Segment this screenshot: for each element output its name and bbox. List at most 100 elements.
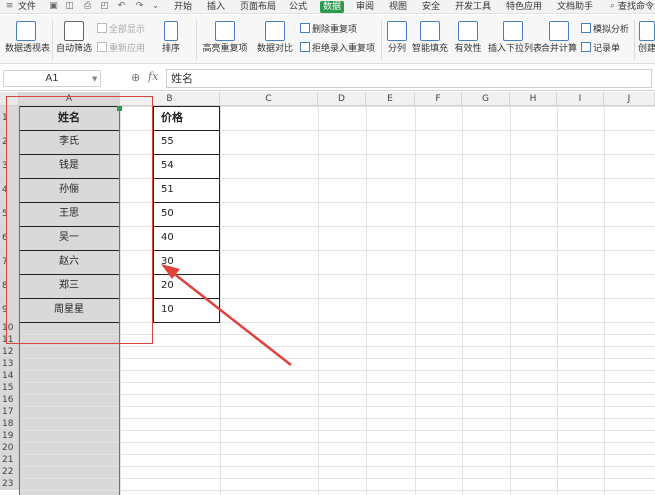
table-border-line [153,226,220,227]
tab-home[interactable]: 开始 [174,1,192,13]
consolidate-button[interactable]: 合并计算 [541,21,577,55]
tab-insert[interactable]: 插入 [207,1,225,13]
row-header[interactable]: 16 [0,394,19,406]
cell-price[interactable]: 20 [153,274,220,298]
record-form-icon [581,42,591,52]
zoom-icon[interactable]: ⊕ [131,71,140,84]
dropdown-list-icon [503,21,523,41]
menu-bar: ≡ 文件 ▣ ◫ ⎙ ◰ ↶ ↷ ⌄ 开始 插入 页面布局 公式 数据 审阅 视… [0,0,655,14]
validity-icon [458,21,478,41]
gridline-vertical [557,106,558,495]
row-header[interactable]: 22 [0,466,19,478]
chevron-down-icon[interactable]: ▼ [92,75,97,83]
tab-features[interactable]: 特色应用 [506,1,542,13]
reject-duplicates-button[interactable]: 拒绝录入重复项 [300,42,375,55]
row-header[interactable]: 23 [0,478,19,490]
fx-icon[interactable]: fx [148,70,158,83]
insert-dropdown-list-button[interactable]: 插入下拉列表 [488,21,542,55]
gridline-vertical [510,106,511,495]
search-icon[interactable]: ⌕ [607,1,618,12]
formula-input[interactable]: 姓名 [166,69,652,88]
export-icon[interactable]: ◫ [64,1,75,12]
sort-button[interactable]: 排序 [152,21,190,55]
reapply-button[interactable]: 重新应用 [97,42,145,55]
cell-price[interactable]: 55 [153,130,220,154]
sort-icon [164,21,178,41]
smart-fill-icon [420,21,440,41]
ribbon-divider [196,20,197,60]
table-border-line [153,250,220,251]
column-header[interactable]: I [557,92,604,106]
highlight-duplicates-icon [215,21,235,41]
row-header[interactable]: 18 [0,418,19,430]
cell-price[interactable]: 50 [153,202,220,226]
column-header[interactable]: F [415,92,462,106]
data-compare-button[interactable]: 数据对比 [253,21,297,55]
create-group-icon [639,21,655,41]
row-header[interactable]: 17 [0,406,19,418]
row-header[interactable]: 13 [0,358,19,370]
cell-price[interactable]: 40 [153,226,220,250]
table-border-line [153,298,220,299]
pivot-table-icon [16,21,36,41]
tab-formulas[interactable]: 公式 [289,1,307,13]
validity-button[interactable]: 有效性 [450,21,486,55]
table-border-line [153,130,220,131]
tab-security[interactable]: 安全 [422,1,440,13]
autofilter-button[interactable]: 自动筛选 [56,21,92,55]
show-all-icon [97,23,107,33]
column-header[interactable]: J [604,92,655,106]
row-header[interactable]: 19 [0,430,19,442]
tab-review[interactable]: 审阅 [356,1,374,13]
column-header[interactable]: H [510,92,557,106]
tab-developer[interactable]: 开发工具 [455,1,491,13]
funnel-icon [64,21,84,41]
cell-price[interactable]: 10 [153,298,220,322]
save-icon[interactable]: ▣ [48,1,59,12]
show-all-button[interactable]: 全部显示 [97,23,145,36]
cell-price[interactable]: 30 [153,250,220,274]
row-header[interactable]: 21 [0,454,19,466]
search-command[interactable]: 查找命令 [618,1,654,13]
cell-price[interactable]: 54 [153,154,220,178]
highlight-duplicates-button[interactable]: 高亮重复项 [200,21,250,55]
ribbon-toolbar: 数据透视表 自动筛选 全部显示 重新应用 排序 高亮重复项 数据对比 删除重复项… [0,15,655,64]
cell-price-header[interactable]: 价格 [153,106,220,130]
tab-data[interactable]: 数据 [320,1,345,13]
reapply-icon [97,42,107,52]
column-header[interactable]: E [366,92,415,106]
spreadsheet-grid[interactable]: ABCDEFGHIJ 1 2 3 4 5 6 7 8 9 10 11 12 13 14 15 16 17 18 19… [0,92,655,495]
cell-price[interactable]: 51 [153,178,220,202]
name-box[interactable]: A1 [3,70,101,87]
tab-page-layout[interactable]: 页面布局 [240,1,276,13]
print-icon[interactable]: ⎙ [82,1,93,12]
table-border-line [153,154,220,155]
row-header[interactable]: 14 [0,370,19,382]
undo-icon[interactable]: ↶ [116,1,127,12]
record-form-button[interactable]: 记录单 [581,42,620,55]
column-header[interactable]: G [462,92,510,106]
menu-icon[interactable]: ≡ [4,1,15,12]
quick-access-dropdown-icon[interactable]: ⌄ [150,1,161,12]
row-header[interactable]: 15 [0,382,19,394]
tab-view[interactable]: 视图 [389,1,407,13]
gridline-vertical [366,106,367,495]
preview-icon[interactable]: ◰ [99,1,110,12]
row-header[interactable]: 20 [0,442,19,454]
redo-icon[interactable]: ↷ [134,1,145,12]
remove-duplicates-icon [300,23,310,33]
column-header[interactable]: C [220,92,318,106]
row-header[interactable]: 12 [0,346,19,358]
reject-duplicates-icon [300,42,310,52]
pivot-table-button[interactable]: 数据透视表 [5,21,50,55]
smart-fill-button[interactable]: 智能填充 [411,21,449,55]
menu-file[interactable]: 文件 [18,1,36,13]
create-group-button[interactable]: 创建 [637,21,655,55]
tab-doc-assistant[interactable]: 文档助手 [557,1,593,13]
split-column-button[interactable]: 分列 [384,21,410,55]
formula-bar: A1 ▼ ⊕ fx 姓名 [0,65,655,91]
table-border-line [219,106,220,322]
what-if-analysis-button[interactable]: 模拟分析 [581,23,629,36]
remove-duplicates-button[interactable]: 删除重复项 [300,23,357,36]
column-header[interactable]: D [318,92,366,106]
